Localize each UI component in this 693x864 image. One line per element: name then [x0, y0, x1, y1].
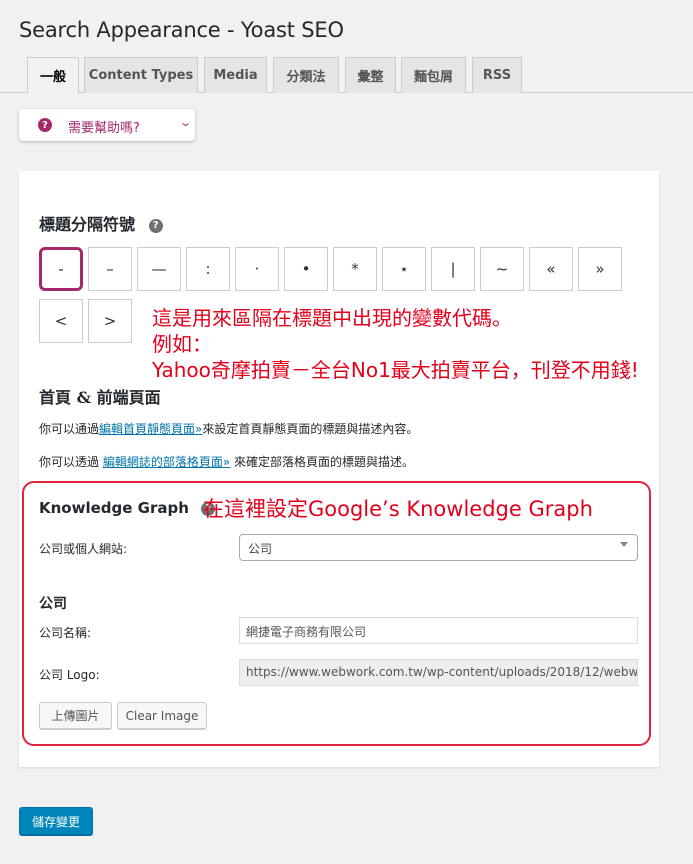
company-name-input[interactable]: 網捷電子商務有限公司	[239, 617, 638, 644]
separator-option[interactable]: -	[39, 247, 83, 291]
edit-static-homepage-link[interactable]: 編輯首頁靜態頁面»	[99, 422, 202, 436]
separator-option[interactable]: |	[431, 247, 475, 291]
separator-option[interactable]: *	[333, 247, 377, 291]
save-changes-button[interactable]: 儲存變更	[19, 807, 93, 835]
tab-content-types[interactable]: Content Types	[84, 57, 198, 93]
separator-option[interactable]: :	[186, 247, 230, 291]
separator-option[interactable]: >	[88, 299, 132, 343]
blog-page-text: 來確定部落格頁面的標題與描述。	[230, 455, 414, 469]
company-name-label: 公司名稱:	[39, 626, 92, 640]
upload-image-button[interactable]: 上傳圖片	[39, 702, 112, 729]
edit-blog-page-link[interactable]: 編輯網誌的部落格頁面»	[103, 455, 230, 469]
dropdown-arrow-icon	[620, 542, 628, 547]
knowledge-graph-heading-text: Knowledge Graph	[39, 499, 189, 517]
separator-option[interactable]: —	[137, 247, 181, 291]
separator-option[interactable]: «	[529, 247, 573, 291]
tab-breadcrumbs[interactable]: 麵包屑	[401, 57, 466, 93]
question-circle-icon: ?	[38, 118, 52, 132]
tab-media[interactable]: Media	[204, 57, 267, 93]
tab-rss[interactable]: RSS	[472, 57, 522, 93]
org-or-person-value: 公司	[248, 542, 273, 556]
homepage-heading: 首頁 & 前端頁面	[39, 388, 161, 407]
company-heading: 公司	[39, 596, 67, 612]
title-separator-heading: 標題分隔符號 ?	[39, 211, 163, 235]
tab-bar: 一般 Content Types Media 分類法 彙整 麵包屑 RSS	[0, 57, 693, 94]
knowledge-graph-annotation: 在這裡設定Google’s Knowledge Graph	[203, 497, 593, 521]
tab-general[interactable]: 一般	[27, 57, 79, 94]
homepage-text: 你可以通過	[39, 422, 100, 436]
help-toggle-button[interactable]: ? 需要幫助嗎? ⌄	[19, 109, 195, 141]
help-label: 需要幫助嗎?	[68, 121, 140, 136]
separator-annotation-line3: Yahoo奇摩拍賣－全台No1最大拍賣平台，刊登不用錢!	[152, 358, 639, 382]
separator-option[interactable]: ~	[480, 247, 524, 291]
separator-option[interactable]: •	[284, 247, 328, 291]
help-icon[interactable]: ?	[148, 218, 163, 233]
page-title: Search Appearance - Yoast SEO	[19, 18, 344, 42]
title-separator-heading-text: 標題分隔符號	[39, 215, 136, 234]
separator-annotation-line1: 這是用來區隔在標題中出現的變數代碼。	[152, 306, 512, 330]
separator-option[interactable]: ·	[235, 247, 279, 291]
separator-option[interactable]: »	[578, 247, 622, 291]
separator-option[interactable]: <	[39, 299, 83, 343]
knowledge-graph-heading: Knowledge Graph ?	[39, 499, 216, 517]
settings-card: 標題分隔符號 ? - – — : · • * ⋆ | ~ « » < > 這是用…	[19, 171, 659, 767]
org-or-person-label: 公司或個人網站:	[39, 542, 128, 556]
blog-page-paragraph: 你可以透過 編輯網誌的部落格頁面» 來確定部落格頁面的標題與描述。	[39, 453, 414, 470]
separator-option[interactable]: ⋆	[382, 247, 426, 291]
homepage-text: 來設定首頁靜態頁面的標題與描述內容。	[202, 422, 419, 436]
tab-archives[interactable]: 彙整	[345, 57, 396, 93]
clear-image-button[interactable]: Clear Image	[117, 702, 207, 729]
company-logo-input[interactable]: https://www.webwork.com.tw/wp-content/up…	[239, 659, 638, 686]
chevron-down-icon: ⌄	[179, 116, 193, 129]
org-or-person-select[interactable]: 公司	[239, 534, 638, 561]
separator-annotation-line2: 例如：	[152, 332, 212, 356]
separator-option[interactable]: –	[88, 247, 132, 291]
tab-taxonomies[interactable]: 分類法	[273, 57, 339, 93]
blog-page-text: 你可以透過	[39, 455, 103, 469]
company-logo-label: 公司 Logo:	[39, 668, 100, 682]
homepage-paragraph: 你可以通過編輯首頁靜態頁面»來設定首頁靜態頁面的標題與描述內容。	[39, 420, 418, 437]
